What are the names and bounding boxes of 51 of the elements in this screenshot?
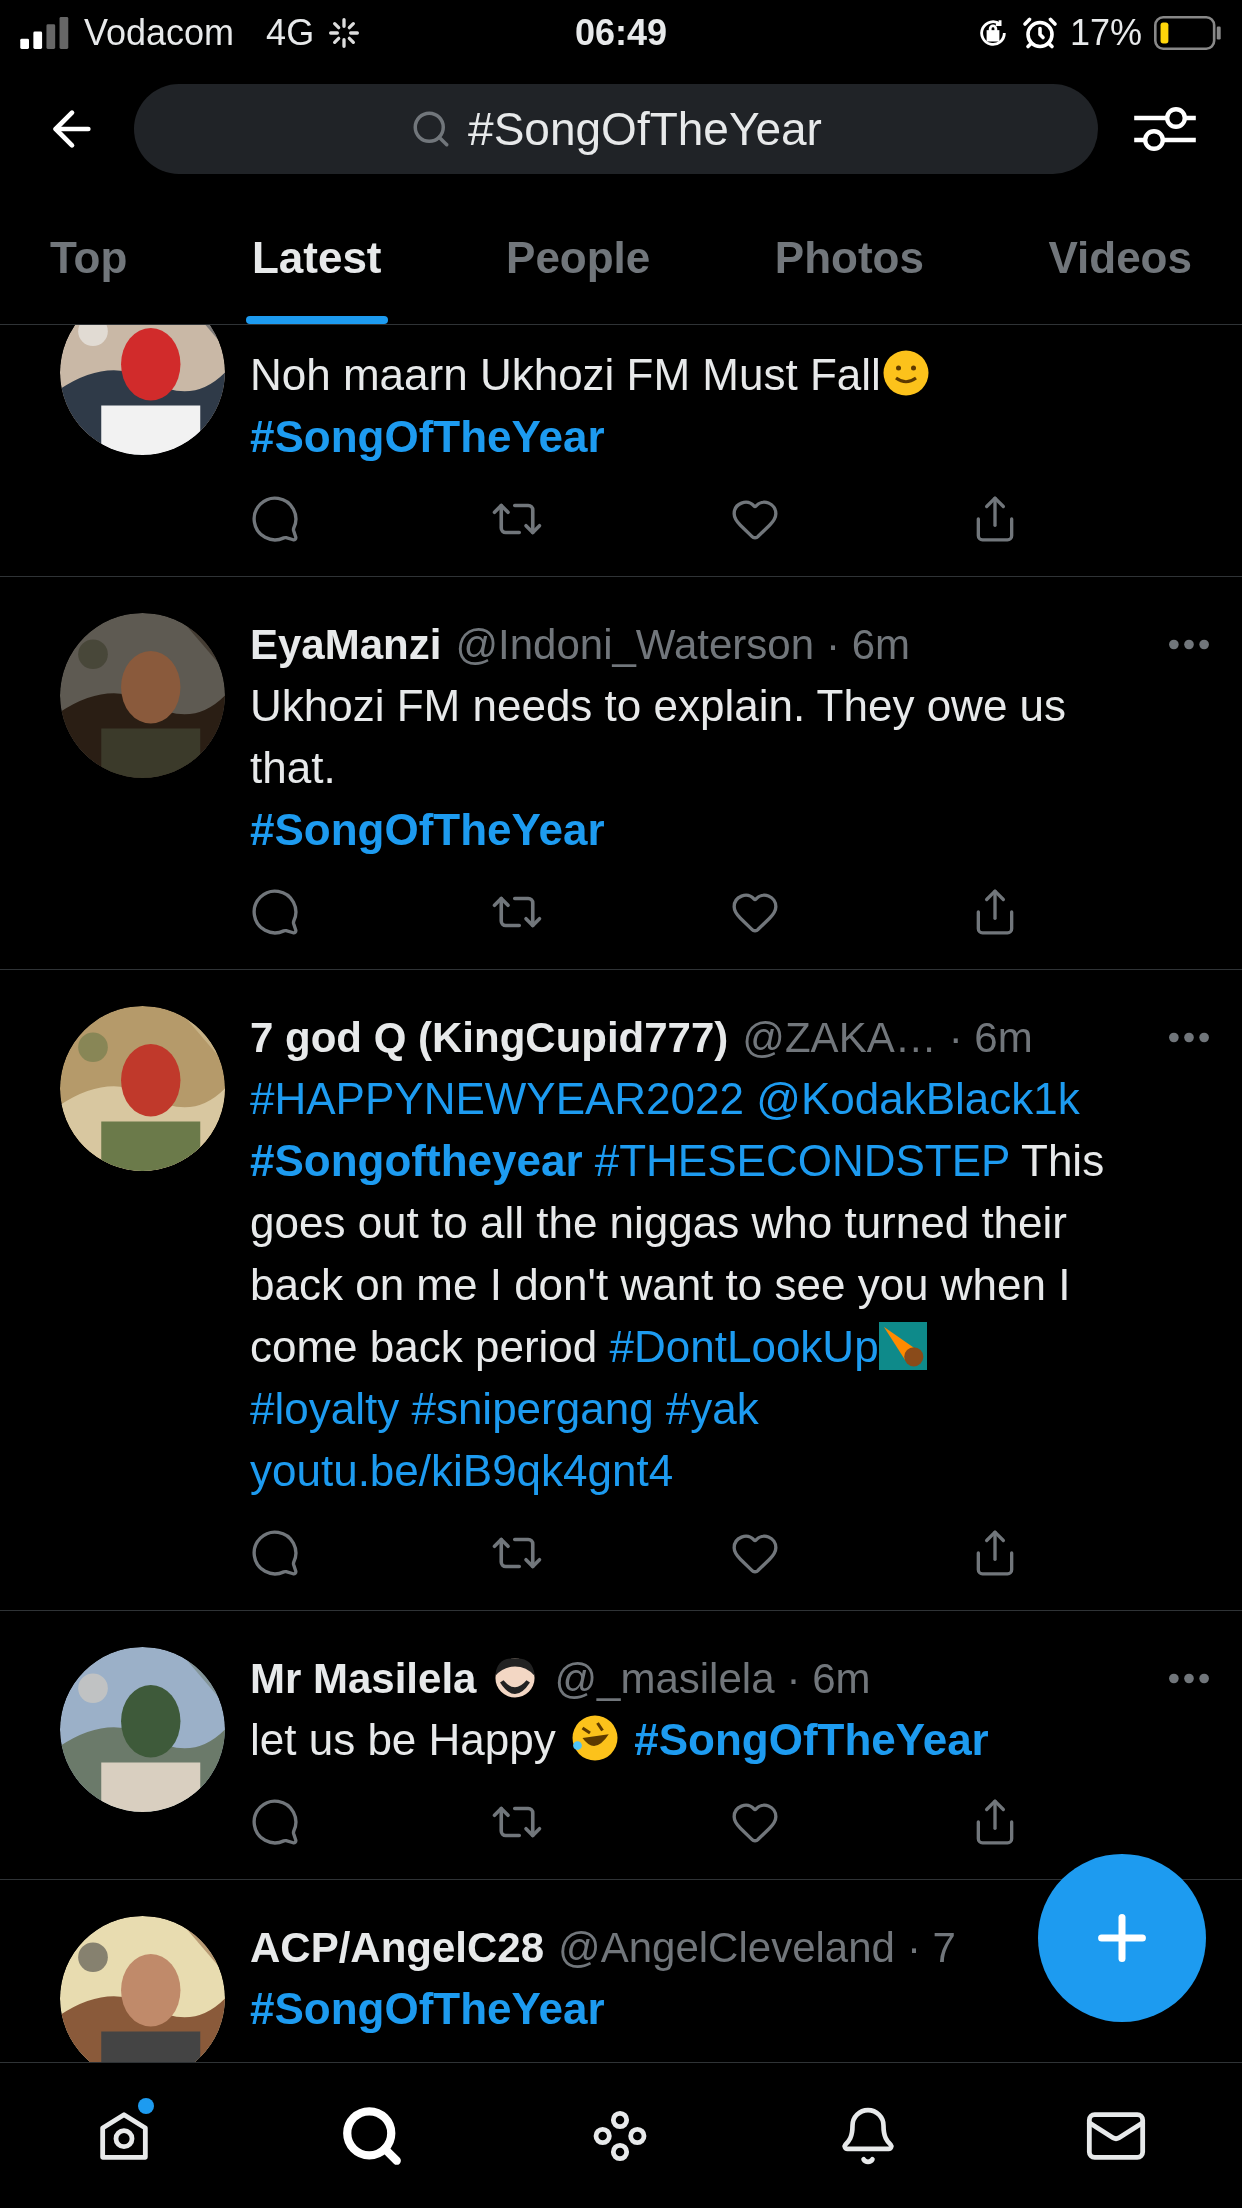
reply-icon[interactable]: [250, 494, 300, 544]
tab[interactable]: Videos: [1018, 192, 1222, 324]
link[interactable]: youtu.be/kiB9qk4gnt4: [250, 1446, 674, 1495]
hashtag-link[interactable]: #SongOfTheYear: [250, 805, 605, 854]
post-time: · 6m: [786, 1653, 871, 1704]
display-name[interactable]: 7 god Q (KingCupid777): [250, 1005, 729, 1069]
user-handle: @ZAKA…: [742, 1012, 937, 1063]
loading-icon: [328, 17, 361, 49]
tweet-text: Ukhozi FM needs to explain. They owe us that. #SongOfTheYear: [250, 680, 1068, 856]
user-handle: @_masilela: [554, 1653, 775, 1704]
tweet-text: Noh maarn Ukhozi FM Must Fall #SongOfTheYear: [250, 344, 1150, 468]
post-time: · 7: [906, 1922, 956, 1973]
tab[interactable]: People: [476, 192, 681, 324]
user-handle: @AngelCleveland: [558, 1922, 895, 1973]
battery-icon: [1154, 16, 1222, 50]
battery-percent: 17%: [1069, 11, 1142, 55]
search-field[interactable]: #SongOfTheYear: [134, 84, 1098, 174]
clock-time: 06:49: [574, 11, 668, 55]
comet-emoji-icon: [878, 1322, 927, 1370]
reply-icon[interactable]: [250, 1797, 300, 1847]
reply-icon[interactable]: [250, 1528, 300, 1578]
hashtag-link[interactable]: #Songoftheyear: [250, 1136, 583, 1185]
link[interactable]: #HAPPYNEWYEAR2022: [250, 1074, 744, 1123]
user-handle: @Indoni_Waterson: [455, 619, 814, 670]
hashtag-link[interactable]: #SongOfTheYear: [250, 412, 605, 461]
link[interactable]: @KodakBlack1k: [756, 1074, 1080, 1123]
tweet-text: #HAPPYNEWYEAR2022 @KodakBlack1k #Songoftheyear #THESECONDSTEP This goes out to all the niggas who turned their back on me I don't want to see you when I come back period #DontLookUp #loyalty #snipergang #yak youtu.be/kiB9qk4gnt4: [250, 1073, 1106, 1497]
tab[interactable]: Latest: [221, 192, 412, 324]
more-icon[interactable]: [1168, 1031, 1210, 1043]
signal-icon: [20, 17, 70, 49]
hashtag-link[interactable]: #SongOfTheYear: [250, 1984, 605, 2033]
post-time: · 6m: [826, 619, 910, 670]
link[interactable]: #yak: [665, 1384, 759, 1433]
post-time: · 6m: [948, 1012, 1033, 1063]
display-name[interactable]: Mr Masilela: [250, 1646, 477, 1710]
link[interactable]: #DontLookUp: [609, 1322, 879, 1371]
link[interactable]: #snipergang: [411, 1384, 654, 1433]
tab[interactable]: Top: [20, 192, 158, 324]
network-type: 4G: [266, 11, 315, 55]
display-name[interactable]: EyaManzi: [250, 612, 442, 676]
link[interactable]: #loyalty: [250, 1384, 400, 1433]
more-icon[interactable]: [1168, 638, 1210, 650]
tab[interactable]: Photos: [744, 192, 954, 324]
alarm-icon: [1021, 15, 1058, 51]
more-icon[interactable]: [1168, 1672, 1210, 1684]
carrier-name: Vodacom: [84, 11, 235, 55]
display-name[interactable]: ACP/AngelC28: [250, 1915, 545, 1979]
reply-icon[interactable]: [250, 887, 300, 937]
link[interactable]: #THESECONDSTEP: [594, 1136, 1010, 1185]
tweet-text: let us be Happy #SongOfTheYear: [250, 1712, 990, 1766]
hashtag-link[interactable]: #SongOfTheYear: [634, 1715, 989, 1764]
